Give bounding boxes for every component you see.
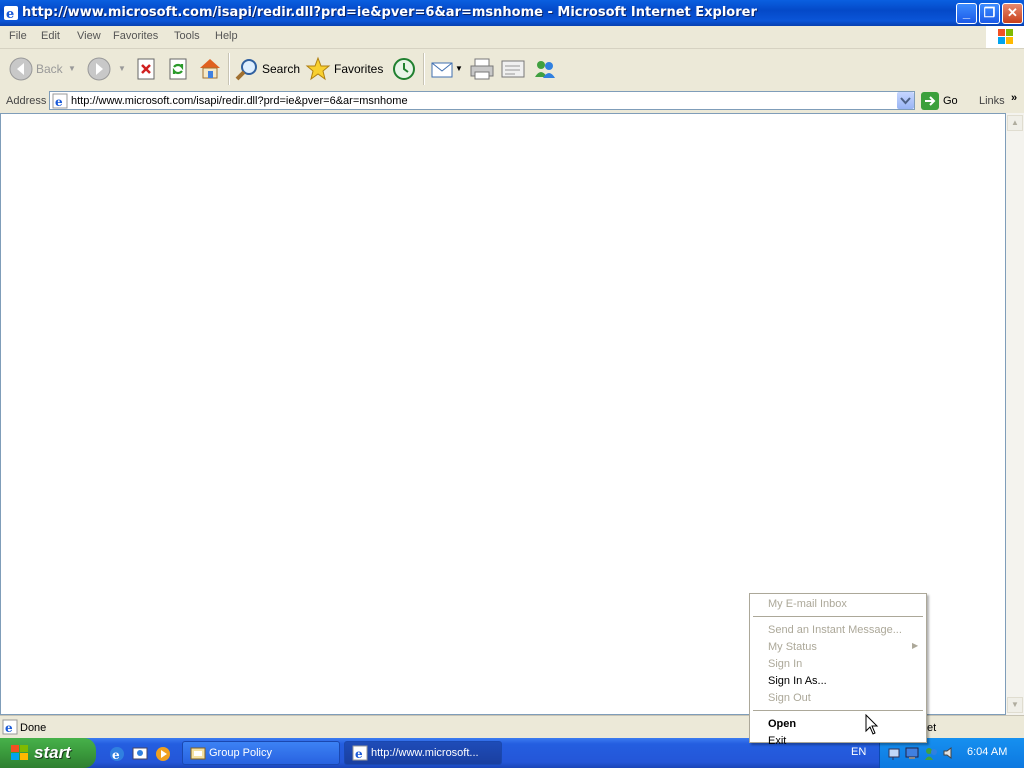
quicklaunch-ie-icon[interactable]: e <box>108 745 126 766</box>
history-icon[interactable] <box>391 57 417 84</box>
favorites-star-icon[interactable] <box>305 56 331 85</box>
tray-monitor-icon[interactable] <box>905 745 921 764</box>
svg-text:e: e <box>112 748 120 762</box>
links-label[interactable]: Links <box>979 95 1005 107</box>
restore-button[interactable]: ❐ <box>979 3 1000 24</box>
group-policy-icon <box>190 745 206 764</box>
menu-item-sign-in-as[interactable]: Sign In As... <box>768 675 827 687</box>
svg-text:e: e <box>6 7 14 21</box>
favorites-label[interactable]: Favorites <box>334 62 383 76</box>
scroll-down-icon[interactable]: ▼ <box>1007 697 1023 713</box>
vertical-scrollbar[interactable] <box>1006 113 1024 715</box>
clock[interactable]: 6:04 AM <box>967 746 1007 758</box>
submenu-arrow-icon: ▶ <box>912 641 919 650</box>
menu-item-exit[interactable]: Exit <box>768 735 786 747</box>
menu-help[interactable]: Help <box>215 30 238 42</box>
forward-dropdown-icon[interactable]: ▼ <box>118 64 126 73</box>
search-icon[interactable] <box>234 57 260 84</box>
messenger-icon[interactable] <box>532 57 558 84</box>
quicklaunch-desktop-icon[interactable] <box>131 745 149 766</box>
menu-view[interactable]: View <box>77 30 101 42</box>
task-ie-icon: e <box>352 745 368 764</box>
forward-arrow-icon[interactable] <box>87 57 111 84</box>
mouse-cursor-icon <box>865 713 879 739</box>
back-dropdown-icon[interactable]: ▼ <box>68 64 76 73</box>
toolbar-separator <box>228 53 230 85</box>
status-ie-icon: e <box>2 719 18 738</box>
minimize-button[interactable]: _ <box>956 3 977 24</box>
menu-item-sign-in[interactable]: Sign In <box>768 658 802 670</box>
windows-flag-icon <box>10 744 30 765</box>
start-label[interactable]: start <box>34 743 71 763</box>
mail-icon[interactable] <box>430 58 454 83</box>
svg-text:e: e <box>5 721 13 735</box>
address-label: Address <box>6 95 47 107</box>
language-indicator[interactable]: EN <box>851 746 866 758</box>
close-button[interactable]: ✕ <box>1002 3 1023 24</box>
chevron-right-icon[interactable]: » <box>1011 92 1017 104</box>
edit-icon[interactable] <box>500 58 526 83</box>
status-zone-text: et <box>927 722 937 734</box>
address-url[interactable]: http://www.microsoft.com/isapi/redir.dll… <box>71 95 408 107</box>
windows-logo-icon <box>986 26 1024 48</box>
toolbar-separator <box>423 53 425 85</box>
window-title: http://www.microsoft.com/isapi/redir.dll… <box>22 5 757 20</box>
menu-favorites[interactable]: Favorites <box>113 30 158 42</box>
go-label[interactable]: Go <box>943 95 958 107</box>
menu-item-send-im[interactable]: Send an Instant Message... <box>768 624 902 636</box>
scroll-up-icon[interactable]: ▲ <box>1007 115 1023 131</box>
home-icon[interactable] <box>197 56 223 83</box>
back-arrow-icon[interactable] <box>9 57 33 84</box>
svg-text:e: e <box>355 747 363 761</box>
mail-dropdown-icon[interactable]: ▼ <box>455 64 463 73</box>
menu-item-my-status[interactable]: My Status <box>768 641 817 653</box>
page-ie-icon: e <box>52 93 68 112</box>
print-icon[interactable] <box>469 57 495 84</box>
go-arrow-icon[interactable] <box>921 92 939 113</box>
tray-messenger-icon[interactable] <box>923 745 939 764</box>
refresh-icon[interactable] <box>168 58 188 83</box>
stop-icon[interactable] <box>136 58 156 83</box>
menu-item-email-inbox[interactable]: My E-mail Inbox <box>768 598 847 610</box>
back-label[interactable]: Back <box>36 62 63 76</box>
menu-item-sign-out[interactable]: Sign Out <box>768 692 811 704</box>
menu-separator <box>753 616 923 617</box>
address-dropdown-icon[interactable] <box>897 92 914 109</box>
status-text: Done <box>20 722 47 734</box>
ie-icon: e <box>3 5 19 22</box>
quicklaunch-media-icon[interactable] <box>154 745 172 766</box>
menu-tools[interactable]: Tools <box>174 30 200 42</box>
tray-network-icon[interactable] <box>887 745 903 764</box>
menu-edit[interactable]: Edit <box>41 30 60 42</box>
search-label[interactable]: Search <box>262 62 300 76</box>
svg-text:e: e <box>55 95 63 109</box>
menu-file[interactable]: File <box>9 30 27 42</box>
menu-item-open[interactable]: Open <box>768 718 796 730</box>
tray-volume-icon[interactable] <box>941 745 957 764</box>
menu-separator <box>753 710 923 711</box>
